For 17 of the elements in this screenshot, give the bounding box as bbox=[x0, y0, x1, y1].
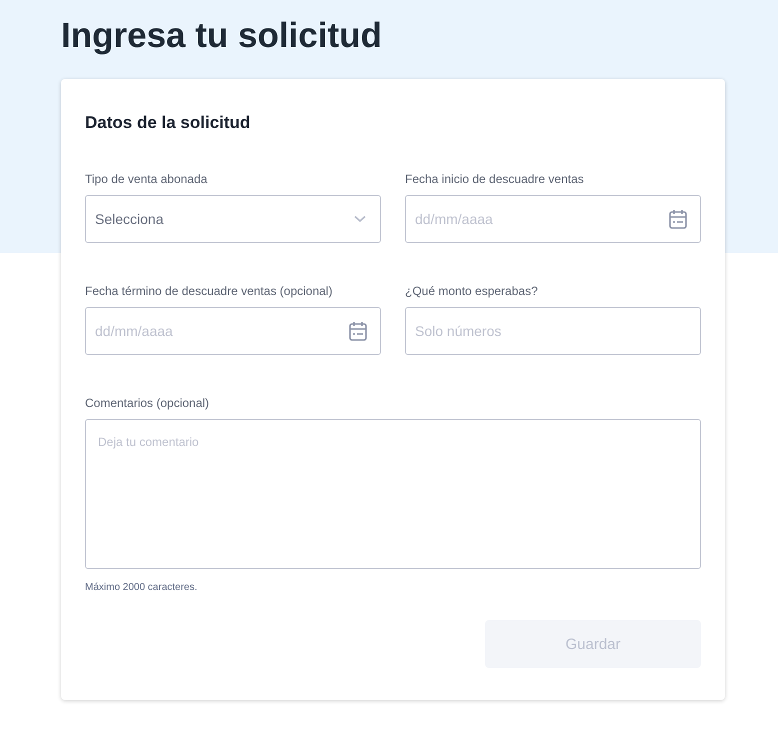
field-label: Tipo de venta abonada bbox=[85, 171, 208, 187]
calendar-icon[interactable] bbox=[349, 321, 367, 341]
field-label: Fecha inicio de descuadre ventas bbox=[405, 171, 585, 187]
section-title: Datos de la solicitud bbox=[85, 112, 252, 134]
character-limit-hint: Máximo 2000 caracteres. bbox=[85, 581, 198, 595]
field-label: Comentarios (opcional) bbox=[85, 395, 210, 411]
chevron-down-icon bbox=[354, 215, 366, 223]
page-title: Ingresa tu solicitud bbox=[61, 15, 383, 57]
calendar-icon[interactable] bbox=[669, 209, 687, 229]
select-field[interactable]: Selecciona bbox=[85, 195, 381, 243]
field-label: ¿Qué monto esperabas? bbox=[405, 283, 539, 299]
amount-field[interactable]: Solo números bbox=[405, 307, 701, 355]
comment-field[interactable]: Deja tu comentario bbox=[85, 419, 701, 569]
select-value: Selecciona bbox=[95, 211, 164, 227]
field-label: Fecha término de descuadre ventas (opcional) bbox=[85, 283, 334, 299]
date-field[interactable]: dd/mm/aaaa bbox=[405, 195, 701, 243]
date-field[interactable]: dd/mm/aaaa bbox=[85, 307, 381, 355]
